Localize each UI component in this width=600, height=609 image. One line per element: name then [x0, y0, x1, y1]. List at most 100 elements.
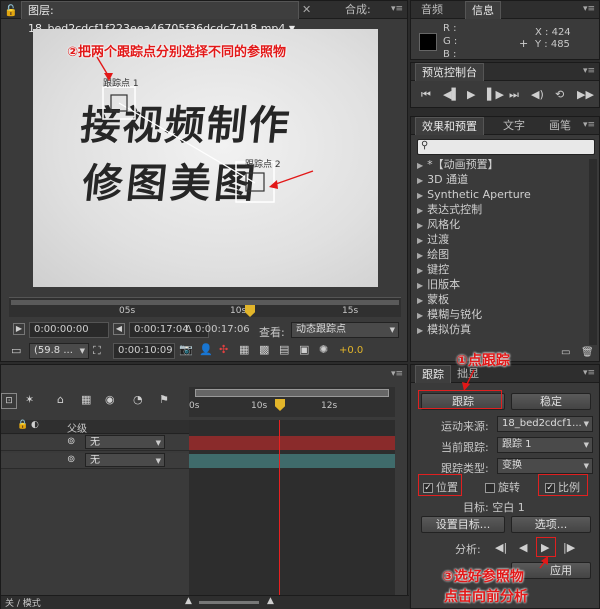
comp-mini-flowchart-icon[interactable]: ⊡: [1, 393, 17, 409]
shy-icon[interactable]: ⌂: [57, 393, 64, 406]
camera-icon[interactable]: 📷: [179, 343, 193, 356]
work-area-bar[interactable]: [195, 389, 389, 397]
panel-menu-icon[interactable]: ▾≡: [583, 66, 595, 76]
zoom-dropdown[interactable]: (59.8 ...: [29, 343, 89, 359]
list-item[interactable]: ▶ 绘图: [417, 247, 449, 262]
pickwhip-icon[interactable]: ⊚: [67, 454, 75, 465]
layer-bar-null[interactable]: [189, 436, 395, 450]
tab-text[interactable]: 文字: [497, 117, 531, 135]
view-dropdown[interactable]: 动态跟踪点: [291, 322, 399, 338]
list-item[interactable]: ▶ 表达式控制: [417, 202, 482, 217]
video-frame[interactable]: 接视频制作 修图美图 跟踪点 1 跟踪点 2: [33, 29, 378, 287]
viewer-time-ruler[interactable]: 05s 10s 15s: [9, 297, 401, 317]
audio-icon[interactable]: ◀): [531, 88, 544, 101]
pickwhip-icon[interactable]: ⊚: [67, 436, 75, 447]
frame-blending-icon[interactable]: ▦: [81, 393, 91, 406]
list-item[interactable]: ▶ Synthetic Aperture: [417, 187, 531, 202]
parent-dropdown[interactable]: 无: [85, 435, 165, 449]
in-point-icon[interactable]: ▶: [13, 323, 25, 335]
play-icon[interactable]: ▶: [467, 88, 475, 101]
panel-menu-icon[interactable]: ▾≡: [391, 369, 403, 379]
effects-search-input[interactable]: ⚲: [417, 139, 595, 155]
tab-composition[interactable]: 合成:: [339, 1, 377, 19]
list-item[interactable]: ▶ 旧版本: [417, 277, 460, 292]
tab-effects-presets[interactable]: 效果和预置: [415, 117, 484, 135]
panel-menu-icon[interactable]: ▾≡: [583, 120, 595, 130]
work-area-bar[interactable]: [11, 300, 399, 305]
analyze-forward-one-icon[interactable]: |▶: [563, 541, 575, 554]
list-item[interactable]: ▶ 3D 通道: [417, 172, 468, 187]
current-time-field[interactable]: 0:00:10:09: [113, 343, 175, 359]
tab-brush[interactable]: 画笔: [543, 117, 577, 135]
transparency-grid-icon[interactable]: ▩: [259, 343, 269, 356]
layer-viewer-panel: 🔓 图层: 18_bed2cdcf1f223eea46705f36dcdc7d1…: [0, 0, 408, 362]
zoom-in-icon[interactable]: ▲: [267, 596, 274, 606]
last-frame-icon[interactable]: ⏭: [509, 88, 519, 102]
tab-layer[interactable]: 图层: 18_bed2cdcf1f223eea46705f36dcdc7d18.…: [21, 1, 299, 35]
graph-editor-icon[interactable]: ◔: [133, 393, 143, 406]
loop-icon[interactable]: ⟲: [555, 88, 564, 101]
prev-frame-icon[interactable]: ◀▌: [443, 88, 460, 101]
rotation-checkbox[interactable]: 旋转: [485, 479, 520, 495]
close-icon[interactable]: ✕: [302, 3, 311, 16]
motion-blur-icon[interactable]: ◉: [105, 393, 115, 406]
list-item[interactable]: ▶ 过渡: [417, 232, 449, 247]
first-frame-icon[interactable]: ⏮: [421, 88, 431, 102]
track-type-dropdown[interactable]: 变换: [497, 458, 593, 474]
lock-icon[interactable]: 🔓: [4, 4, 18, 17]
label-icon: ◐: [31, 420, 39, 430]
ram-preview-icon[interactable]: ▶▶: [577, 88, 594, 101]
timeline-status-bar: 关 / 模式 ▲ ▲: [1, 595, 409, 609]
analyze-backward-icon[interactable]: ◀: [519, 541, 527, 554]
effects-scrollbar[interactable]: [589, 159, 597, 345]
fit-frame-icon[interactable]: ⛶: [93, 344, 101, 358]
list-item[interactable]: ▶ 风格化: [417, 217, 460, 232]
zoom-slider[interactable]: [199, 601, 259, 604]
brainstorm-icon[interactable]: ⚑: [159, 393, 169, 406]
out-point-icon[interactable]: ◀: [113, 323, 125, 335]
timeline-ruler[interactable]: 0s 10s 12s: [189, 387, 395, 417]
analyze-back-one-icon[interactable]: ◀|: [495, 541, 507, 554]
options-button[interactable]: 选项...: [511, 516, 591, 533]
parent-dropdown[interactable]: 无: [85, 453, 165, 467]
crosshair-icon: +: [519, 37, 529, 50]
region-icon[interactable]: ▦: [239, 343, 249, 356]
exposure-icon[interactable]: ✺: [319, 343, 328, 356]
list-item[interactable]: ▶ 模拟仿真: [417, 322, 471, 337]
table-row[interactable]: ⊚ 无: [1, 453, 189, 469]
zoom-out-icon[interactable]: ▲: [185, 596, 192, 606]
next-frame-icon[interactable]: ▌▶: [487, 88, 504, 101]
tab-audio[interactable]: 音频: [415, 1, 449, 19]
tab-info[interactable]: 信息: [465, 1, 501, 19]
current-time-indicator[interactable]: [275, 399, 285, 411]
list-item[interactable]: ▶ 键控: [417, 262, 449, 277]
panel-menu-icon[interactable]: ▾≡: [583, 4, 595, 14]
table-row[interactable]: ⊚ 无: [1, 435, 189, 451]
current-track-dropdown[interactable]: 跟踪 1: [497, 437, 593, 453]
panel-menu-icon[interactable]: ▾≡: [583, 368, 595, 378]
time-start-field[interactable]: 0:00:00:00: [29, 322, 109, 338]
color-channels-icon[interactable]: ✣: [219, 343, 228, 356]
list-item[interactable]: ▶ *【动画预置】: [417, 157, 499, 172]
stabilize-button[interactable]: 稳定: [511, 393, 591, 410]
guides-icon[interactable]: ▤: [279, 343, 289, 356]
new-folder-icon[interactable]: ▭: [561, 347, 570, 358]
motion-source-dropdown[interactable]: 18_bed2cdcf1...: [497, 416, 593, 432]
annotation-step2: ②把两个跟踪点分别选择不同的参照物: [67, 45, 287, 60]
trash-icon[interactable]: 🗑: [581, 347, 594, 358]
set-target-button[interactable]: 设置目标...: [421, 516, 505, 533]
person-icon[interactable]: 👤: [199, 343, 213, 356]
current-time-indicator[interactable]: [245, 305, 255, 317]
exposure-value[interactable]: +0.0: [339, 345, 363, 356]
tab-tracker[interactable]: 跟踪: [415, 365, 451, 383]
list-item[interactable]: ▶ 模糊与锐化: [417, 307, 482, 322]
tab-preview[interactable]: 预览控制台: [415, 63, 484, 81]
panel-menu-icon[interactable]: ▾≡: [391, 4, 403, 14]
draft-3d-icon[interactable]: ✶: [25, 393, 34, 406]
switches-modes-toggle[interactable]: 关 / 模式: [5, 596, 41, 609]
layer-bar-video[interactable]: [189, 454, 395, 468]
monitor-icon[interactable]: ▭: [11, 344, 21, 357]
annotation-step1: ①点跟踪: [456, 353, 510, 369]
list-item[interactable]: ▶ 蒙板: [417, 292, 449, 307]
safe-zones-icon[interactable]: ▣: [299, 343, 309, 356]
